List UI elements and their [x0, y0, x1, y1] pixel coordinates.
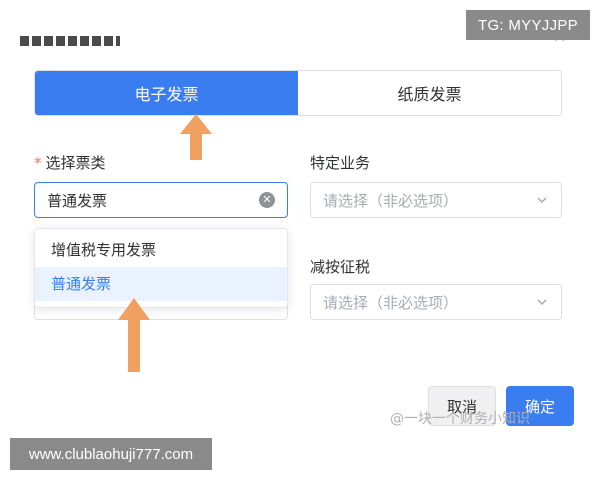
tg-handle-badge: TG: MYYJJPP — [466, 10, 590, 40]
chevron-down-icon — [537, 197, 547, 204]
invoice-category-dropdown: 增值税专用发票 普通发票 — [34, 228, 288, 308]
reduced-tax-label: 减按征税 — [310, 258, 371, 276]
special-business-placeholder: 请选择（非必选项） — [323, 191, 459, 210]
dropdown-option-general[interactable]: 普通发票 — [35, 267, 287, 301]
chevron-down-icon — [537, 299, 547, 306]
website-badge: www.clublaohuji777.com — [10, 438, 212, 470]
dialog-title-clipped — [20, 0, 140, 48]
clear-icon[interactable]: ✕ — [259, 192, 275, 208]
invoice-type-tabs: 电子发票 纸质发票 — [34, 70, 562, 116]
reduced-tax-placeholder: 请选择（非必选项） — [323, 293, 459, 312]
invoice-category-label: * 选择票类 — [34, 152, 106, 173]
special-business-label: 特定业务 — [310, 154, 371, 172]
invoice-category-label-text: 选择票类 — [45, 154, 106, 172]
invoice-category-select[interactable]: 普通发票 ✕ — [34, 182, 288, 218]
special-business-select[interactable]: 请选择（非必选项） — [310, 182, 562, 218]
author-watermark: @一块一个财务小知识 — [390, 411, 530, 427]
dropdown-option-vat-special[interactable]: 增值税专用发票 — [35, 233, 287, 267]
reduced-tax-select[interactable]: 请选择（非必选项） — [310, 284, 562, 320]
tab-electronic-invoice[interactable]: 电子发票 — [35, 71, 298, 115]
arrow-up-icon — [180, 114, 212, 160]
tab-paper-invoice[interactable]: 纸质发票 — [298, 71, 561, 115]
arrow-up-icon — [118, 298, 150, 372]
required-mark: * — [34, 154, 42, 172]
invoice-category-value: 普通发票 — [47, 191, 108, 210]
